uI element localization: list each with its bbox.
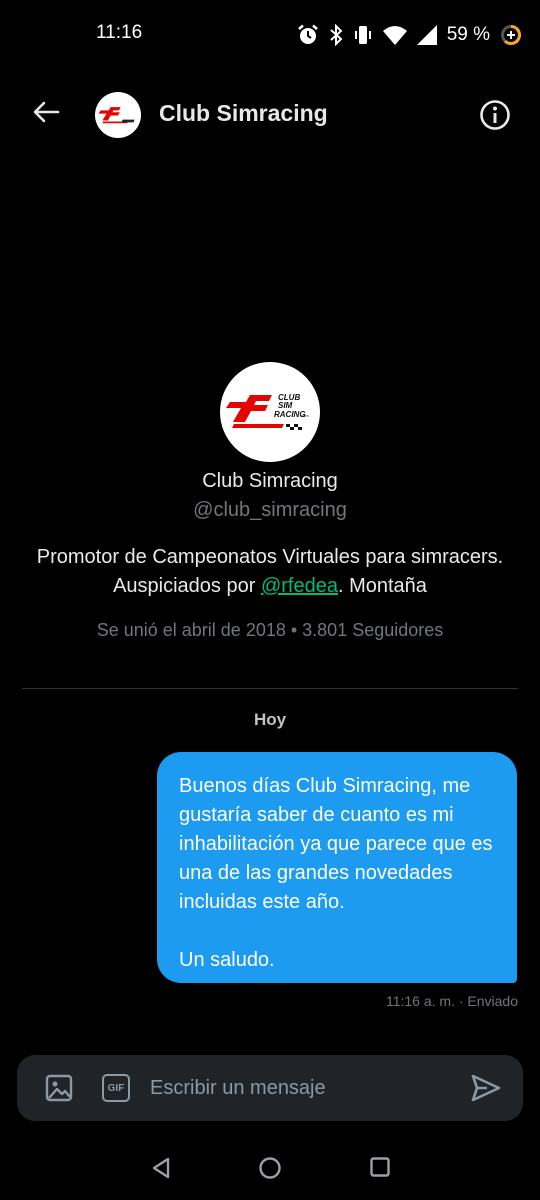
- info-button[interactable]: [478, 98, 512, 132]
- day-separator: Hoy: [253, 710, 287, 729]
- signal-icon: [416, 25, 437, 45]
- message-meta: 11:16 a. m. · Enviado: [385, 993, 518, 1009]
- nav-recents-button[interactable]: [368, 1155, 392, 1179]
- image-icon: [44, 1074, 74, 1107]
- message-bubble[interactable]: Buenos días Club Simracing, me gustaría …: [157, 752, 517, 983]
- logo-word-sim: SIM: [278, 401, 293, 410]
- nav-recents-icon: [368, 1157, 392, 1183]
- battery-percent: 59 %: [446, 24, 490, 45]
- battery-icon: [500, 24, 522, 46]
- divider: [22, 688, 518, 689]
- add-gif-button[interactable]: GIF: [102, 1074, 130, 1102]
- gif-icon: GIF: [107, 1082, 125, 1094]
- bio-text-end: . Montaña: [337, 575, 427, 597]
- profile-name: Club Simracing: [202, 470, 338, 492]
- message-input[interactable]: [150, 1074, 450, 1102]
- vibrate-icon: [353, 24, 373, 46]
- club-simracing-logo-small: [98, 107, 135, 124]
- nav-back-icon: [148, 1157, 174, 1185]
- wifi-icon: [382, 25, 407, 45]
- conversation-title[interactable]: Club Simracing: [159, 100, 328, 127]
- send-icon: [470, 1074, 502, 1108]
- add-image-button[interactable]: [44, 1073, 74, 1103]
- club-simracing-logo: CLUB SIM RACING .com: [226, 393, 309, 430]
- bio-mention-link[interactable]: @rfedea: [261, 575, 338, 597]
- arrow-left-icon: [32, 100, 60, 128]
- nav-home-button[interactable]: [257, 1155, 283, 1181]
- status-icons: 59 %: [297, 20, 522, 50]
- send-button[interactable]: [470, 1072, 502, 1104]
- profile-bio: Promotor de Campeonatos Virtuales para s…: [30, 543, 510, 601]
- nav-back-button[interactable]: [148, 1155, 174, 1181]
- alarm-icon: [297, 24, 319, 46]
- header-avatar[interactable]: [95, 92, 141, 138]
- status-time: 11:16: [96, 22, 143, 43]
- nav-home-icon: [257, 1157, 283, 1185]
- profile-avatar[interactable]: CLUB SIM RACING .com: [220, 362, 320, 462]
- back-button[interactable]: [28, 96, 64, 132]
- profile-meta: Se unió el abril de 2018 • 3.801 Seguido…: [96, 620, 444, 640]
- info-icon: [478, 100, 512, 136]
- bluetooth-icon: [329, 24, 343, 46]
- checkered-flag-icon: [286, 424, 302, 430]
- logo-suffix: .com: [300, 413, 309, 418]
- profile-handle: @club_simracing: [193, 499, 347, 521]
